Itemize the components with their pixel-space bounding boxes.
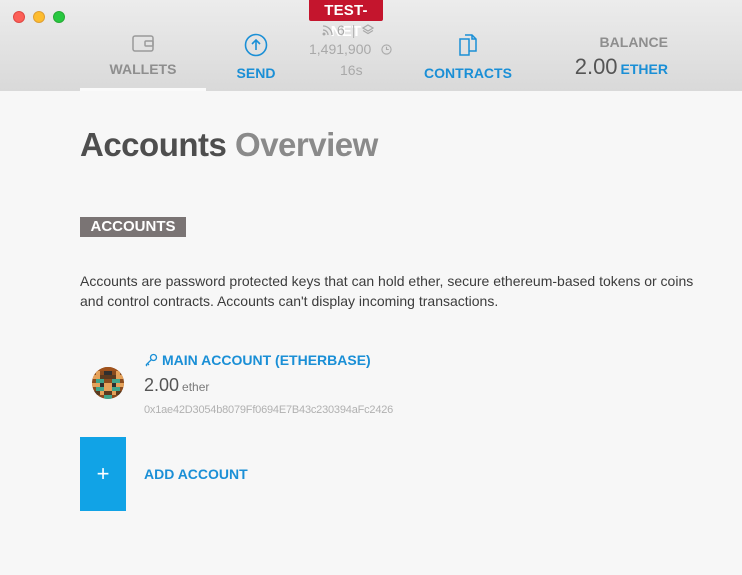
wallet-icon	[132, 35, 154, 52]
network-badge: TEST-NET	[309, 0, 383, 40]
nav-contracts[interactable]: CONTRACTS	[420, 33, 516, 81]
add-account-button[interactable]: +	[80, 437, 126, 511]
active-tab-indicator	[80, 88, 206, 91]
accounts-description: Accounts are password protected keys tha…	[80, 273, 694, 309]
account-balance-unit: ether	[182, 380, 210, 394]
balance-value: 2.00	[574, 54, 618, 79]
balance-unit: ETHER	[620, 61, 668, 77]
zoom-window-button[interactable]	[53, 11, 65, 23]
block-number: 1,491,900	[309, 41, 372, 57]
balance-display: BALANCE 2.00 ETHER	[572, 34, 668, 80]
close-window-button[interactable]	[13, 11, 25, 23]
clock-icon	[381, 43, 392, 55]
add-account-label[interactable]: ADD ACCOUNT	[144, 466, 248, 482]
documents-icon	[459, 34, 477, 56]
app-header: TEST-NET WALLETS SEND 6 | 1,491,900 16s …	[0, 0, 742, 91]
layers-icon	[362, 24, 375, 35]
nav-send-label: SEND	[236, 65, 276, 81]
nav-wallets-label: WALLETS	[109, 61, 177, 77]
nav-send[interactable]: SEND	[226, 33, 286, 81]
balance-label: BALANCE	[599, 34, 668, 50]
key-icon	[145, 353, 158, 367]
page-title: Accounts Overview	[80, 126, 378, 164]
nav-contracts-label: CONTRACTS	[424, 65, 512, 81]
arrow-up-circle-icon	[244, 33, 268, 57]
minimize-window-button[interactable]	[33, 11, 45, 23]
account-balance: 2.00 ether	[144, 375, 209, 396]
account-item[interactable]: MAIN ACCOUNT (ETHERBASE) 2.00 ether 0x1ae…	[80, 350, 480, 420]
peer-count: 6	[337, 22, 345, 38]
block-time: 16s	[340, 62, 363, 78]
signal-icon	[322, 25, 333, 36]
account-identicon	[92, 367, 124, 399]
account-name: MAIN ACCOUNT (ETHERBASE)	[162, 352, 371, 368]
account-balance-value: 2.00	[144, 375, 180, 395]
section-label-accounts: ACCOUNTS	[80, 217, 186, 237]
page-title-main: Accounts	[80, 126, 227, 163]
nav-wallets[interactable]: WALLETS	[80, 33, 206, 91]
window-controls	[13, 11, 73, 23]
account-address: 0x1ae42D3054b8079Ff0694E7B43c230394aFc24…	[144, 404, 394, 416]
page-title-sub: Overview	[235, 126, 378, 163]
